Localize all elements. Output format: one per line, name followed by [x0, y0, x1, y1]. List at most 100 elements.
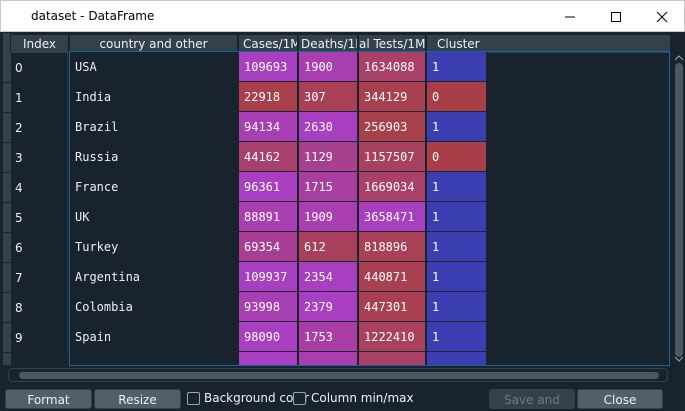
cell-deaths[interactable]: 612 — [299, 232, 358, 262]
cell-tests[interactable]: 818896 — [359, 232, 426, 262]
header-filler — [671, 35, 685, 53]
close-window-button[interactable] — [639, 1, 685, 32]
cell-country[interactable]: France — [70, 172, 238, 202]
horizontal-scrollbar[interactable] — [8, 368, 668, 382]
cell-cases[interactable]: 69354 — [239, 232, 298, 262]
cell-deaths[interactable]: 1715 — [299, 172, 358, 202]
cell-cluster[interactable]: 0 — [427, 142, 487, 172]
cell-deaths[interactable]: 1900 — [299, 52, 358, 82]
cell-country[interactable]: USA — [70, 52, 238, 82]
scroll-down-icon[interactable] — [675, 356, 683, 362]
vertical-scrollbar[interactable] — [673, 53, 685, 366]
row-header-gutter[interactable] — [3, 203, 11, 233]
cell-country[interactable]: Russia — [70, 142, 238, 172]
row-header-gutter[interactable] — [3, 83, 11, 113]
cell-cluster[interactable]: 1 — [427, 322, 487, 352]
row-header-gutter[interactable] — [3, 323, 11, 353]
cell-tests[interactable]: 256903 — [359, 112, 426, 142]
cell-tests[interactable]: 440871 — [359, 262, 426, 292]
cell-cluster[interactable]: 0 — [427, 82, 487, 112]
cell-partial — [299, 352, 358, 365]
row-header-gutter[interactable] — [3, 53, 11, 83]
cell-deaths[interactable]: 1753 — [299, 322, 358, 352]
row-header-gutter[interactable] — [3, 143, 11, 173]
column-minmax-checkbox[interactable] — [293, 392, 306, 405]
close-icon — [656, 11, 668, 22]
cell-cluster[interactable]: 1 — [427, 112, 487, 142]
header-index[interactable]: Index — [11, 35, 69, 53]
cell-tests[interactable]: 1222410 — [359, 322, 426, 352]
index-cell[interactable]: 4 — [11, 173, 68, 203]
dataframe-table: Index country and other Cases/1M Deaths/… — [3, 33, 685, 366]
row-header-gutter[interactable] — [3, 233, 11, 263]
row-header-gutter[interactable] — [3, 173, 11, 203]
cell-cases[interactable]: 88891 — [239, 202, 298, 232]
cell-country[interactable]: UK — [70, 202, 238, 232]
cell-cases[interactable]: 98090 — [239, 322, 298, 352]
data-grid[interactable]: USA 109693 1900 1634088 1 India 22918 307 344129… — [69, 51, 670, 366]
close-button[interactable]: Close — [577, 389, 663, 409]
resize-button[interactable]: Resize — [94, 389, 181, 409]
vertical-scroll-thumb[interactable] — [675, 63, 683, 357]
cell-tests[interactable]: 1669034 — [359, 172, 426, 202]
horizontal-scroll-thumb[interactable] — [19, 372, 659, 379]
cell-tests[interactable]: 1634088 — [359, 52, 426, 82]
index-cell[interactable]: 3 — [11, 143, 68, 173]
cell-cluster[interactable]: 1 — [427, 232, 487, 262]
cell-partial — [359, 352, 426, 365]
index-cell[interactable]: 2 — [11, 113, 68, 143]
cell-cases[interactable]: 22918 — [239, 82, 298, 112]
index-cell[interactable]: 1 — [11, 83, 68, 113]
cell-cases[interactable]: 109937 — [239, 262, 298, 292]
row-header-gutter[interactable] — [3, 263, 11, 293]
index-cell[interactable]: 5 — [11, 203, 68, 233]
cell-country[interactable]: Argentina — [70, 262, 238, 292]
save-and-close-button[interactable]: Save and Close — [489, 389, 575, 409]
format-button[interactable]: Format — [5, 389, 92, 409]
cell-deaths[interactable]: 2354 — [299, 262, 358, 292]
cell-tests[interactable]: 447301 — [359, 292, 426, 322]
cell-country[interactable]: Colombia — [70, 292, 238, 322]
row-header-gutter[interactable] — [3, 293, 11, 323]
cell-cases[interactable]: 94134 — [239, 112, 298, 142]
title-bar: dataset - DataFrame — [0, 0, 685, 32]
row-header-gutter — [3, 353, 11, 366]
cell-cluster[interactable]: 1 — [427, 172, 487, 202]
index-cell[interactable]: 0 — [11, 53, 68, 83]
cell-cluster[interactable]: 1 — [427, 202, 487, 232]
maximize-button[interactable] — [593, 1, 639, 32]
cell-tests[interactable]: 3658471 — [359, 202, 426, 232]
cell-deaths[interactable]: 307 — [299, 82, 358, 112]
cell-country[interactable]: India — [70, 82, 238, 112]
table-corner — [3, 33, 11, 53]
cell-cluster[interactable]: 1 — [427, 292, 487, 322]
cell-cases[interactable]: 96361 — [239, 172, 298, 202]
app-icon — [11, 10, 25, 24]
cell-partial — [239, 352, 298, 365]
index-cell[interactable]: 9 — [11, 323, 68, 353]
window-title: dataset - DataFrame — [31, 9, 155, 23]
background-color-checkbox[interactable] — [187, 392, 200, 405]
cell-country[interactable]: Spain — [70, 322, 238, 352]
cell-tests[interactable]: 344129 — [359, 82, 426, 112]
cell-cluster[interactable]: 1 — [427, 52, 487, 82]
cell-deaths[interactable]: 1909 — [299, 202, 358, 232]
cell-deaths[interactable]: 2630 — [299, 112, 358, 142]
index-cell[interactable]: 7 — [11, 263, 68, 293]
scroll-up-icon[interactable] — [675, 55, 683, 61]
cell-cluster[interactable]: 1 — [427, 262, 487, 292]
maximize-icon — [611, 11, 621, 22]
cell-cases[interactable]: 109693 — [239, 52, 298, 82]
cell-deaths[interactable]: 1129 — [299, 142, 358, 172]
minimize-icon — [565, 16, 575, 17]
index-cell[interactable]: 8 — [11, 293, 68, 323]
cell-country[interactable]: Brazil — [70, 112, 238, 142]
minimize-button[interactable] — [547, 1, 593, 32]
cell-country[interactable]: Turkey — [70, 232, 238, 262]
row-header-gutter[interactable] — [3, 113, 11, 143]
cell-deaths[interactable]: 2379 — [299, 292, 358, 322]
cell-cases[interactable]: 93998 — [239, 292, 298, 322]
index-cell[interactable]: 6 — [11, 233, 68, 263]
cell-tests[interactable]: 1157507 — [359, 142, 426, 172]
cell-cases[interactable]: 44162 — [239, 142, 298, 172]
